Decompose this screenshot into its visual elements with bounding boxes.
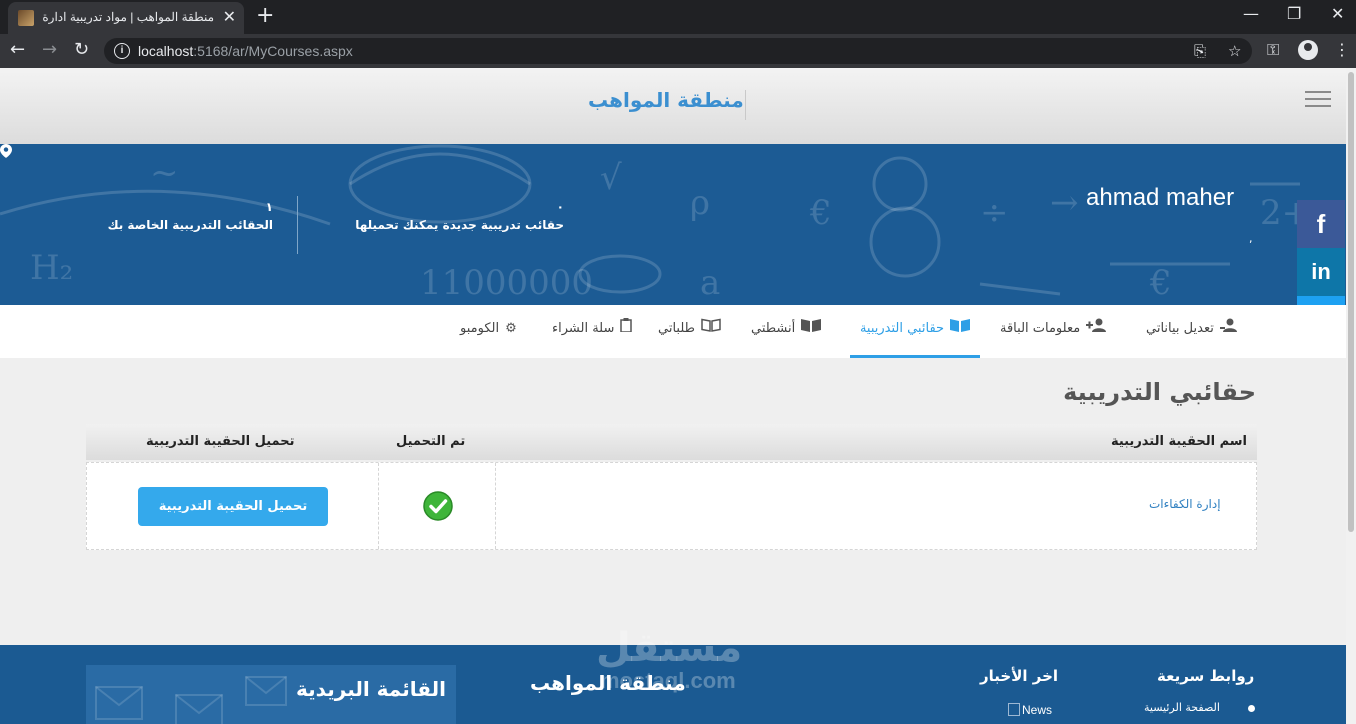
cell-divider (378, 463, 379, 549)
profile-banner: H₂ ~ √ ρ € ÷ → € 11000000 a 2+ ahmad mah… (0, 144, 1346, 305)
broken-image-icon (1008, 703, 1020, 716)
location-pin-icon (0, 144, 12, 158)
svg-text:÷: ÷ (980, 193, 1009, 233)
stat-my-courses-count: ١ (265, 200, 273, 214)
column-header-course-name: اسم الحقيبة التدريبية (1110, 434, 1247, 449)
site-favicon-icon (18, 10, 34, 26)
browser-tab-bar: منطقة المواهب | مواد تدريبية ادارة ✕ + —… (0, 0, 1356, 34)
download-course-button[interactable]: تحميل الحقيبة التدريبية (138, 487, 328, 526)
facebook-share-button[interactable]: f (1297, 200, 1345, 248)
url-host: localhost (138, 43, 194, 59)
newsletter-box: القائمة البريدية (86, 665, 456, 724)
minimize-window-button[interactable]: — (1243, 4, 1259, 24)
tab-label: الكومبو (460, 321, 500, 336)
close-tab-icon[interactable]: ✕ (223, 8, 236, 26)
check-circle-icon (423, 491, 453, 521)
tab-label: طلباتي (658, 321, 695, 336)
quick-links-title: روابط سريعة (1157, 667, 1255, 685)
svg-text:11000000: 11000000 (420, 263, 593, 303)
column-header-downloaded: تم التحميل (396, 434, 466, 449)
hamburger-menu-icon[interactable] (1305, 91, 1331, 109)
svg-text:a: a (700, 263, 720, 303)
tab-my-orders[interactable]: طلباتي (658, 305, 721, 358)
watermark: مستقل mostaql.com (596, 626, 742, 692)
svg-text:√: √ (600, 158, 622, 198)
site-header: منطقة المواهب (0, 68, 1346, 144)
cell-divider (495, 463, 496, 549)
tab-package-info[interactable]: معلومات الباقة (1000, 305, 1107, 358)
user-plus-icon (1086, 305, 1107, 353)
url-path: :5168/ar/MyCourses.aspx (193, 43, 353, 59)
svg-text:H₂: H₂ (30, 248, 73, 288)
forward-button[interactable]: → (42, 39, 57, 61)
watermark-latin: mostaql.com (600, 668, 736, 693)
stat-my-courses-label: الحقائب التدريبية الخاصة بك (107, 218, 273, 232)
site-info-icon[interactable]: i (114, 43, 130, 59)
tab-combo[interactable]: ⚙ الكومبو (460, 305, 517, 358)
reload-button[interactable]: ↻ (74, 39, 89, 61)
account-nav-tabs: تعديل بياناتي معلومات الباقة حقائبي التد… (0, 305, 1346, 358)
tab-label: أنشطتي (751, 321, 796, 336)
tab-label: سلة الشراء (552, 321, 615, 336)
news-image-alt: News (1022, 703, 1053, 717)
stat-divider (297, 196, 298, 254)
watermark-arabic: مستقل (596, 625, 743, 671)
profile-location: , (1249, 232, 1253, 245)
menu-dots-icon[interactable]: ⋮ (1334, 40, 1350, 60)
svg-text:€: € (1149, 263, 1172, 303)
tab-label: حقائبي التدريبية (859, 321, 945, 336)
newsletter-title: القائمة البريدية (296, 677, 446, 701)
bookmark-star-icon[interactable]: ☆ (1228, 42, 1241, 60)
profile-avatar-icon[interactable] (1298, 40, 1318, 60)
table-header: اسم الحقيبة التدريبية تم التحميل تحميل ا… (86, 424, 1257, 460)
tab-label: معلومات الباقة (1000, 321, 1081, 336)
key-icon[interactable]: ⚿ (1267, 40, 1279, 60)
address-bar[interactable]: i localhost:5168/ar/MyCourses.aspx ⎘ ☆ (104, 38, 1252, 64)
tab-cart[interactable]: سلة الشراء (552, 305, 633, 358)
page-title: حقائبي التدريبية (1063, 378, 1256, 406)
stat-new-courses-label: حقائب تدريبية جديدة يمكنك تحميلها (355, 218, 564, 232)
course-name-link[interactable]: إدارة الكفاءات (1149, 497, 1221, 511)
tab-my-courses[interactable]: حقائبي التدريبية (850, 305, 980, 358)
book-icon (801, 305, 822, 353)
tab-edit-profile[interactable]: تعديل بياناتي (1146, 305, 1238, 358)
tab-my-activities[interactable]: أنشطتي (751, 305, 822, 358)
profile-username: ahmad maher (1086, 184, 1235, 211)
open-book-icon (950, 305, 971, 353)
gear-icon: ⚙ (505, 321, 517, 336)
footer-link-home[interactable]: الصفحة الرئيسية (1144, 701, 1220, 714)
browser-toolbar: ← → ↻ i localhost:5168/ar/MyCourses.aspx… (0, 34, 1356, 68)
browser-tab[interactable]: منطقة المواهب | مواد تدريبية ادارة ✕ (8, 2, 244, 34)
svg-text:ρ: ρ (690, 183, 710, 223)
book-outline-icon (701, 305, 721, 353)
news-title: اخر الأخبار (980, 667, 1059, 685)
url-text: localhost:5168/ar/MyCourses.aspx (138, 43, 353, 59)
translate-icon[interactable]: ⎘ (1194, 42, 1206, 60)
user-edit-icon (1219, 305, 1238, 353)
svg-text:→: → (1050, 183, 1079, 223)
news-image[interactable]: News (1008, 703, 1052, 717)
browser-tab-title: منطقة المواهب | مواد تدريبية ادارة (42, 10, 214, 24)
logo-divider (745, 90, 746, 120)
table-row: إدارة الكفاءات تحميل الحقيبة التدريبية (86, 462, 1257, 550)
stat-new-courses: ٠ حقائب تدريبية جديدة يمكنك تحميلها (320, 200, 564, 232)
new-tab-button[interactable]: + (256, 4, 274, 28)
column-header-download: تحميل الحقيبة التدريبية (146, 434, 295, 449)
linkedin-share-button[interactable]: in (1297, 248, 1345, 296)
stat-my-courses: ١ الحقائب التدريبية الخاصة بك (80, 200, 273, 232)
tab-label: تعديل بياناتي (1146, 321, 1214, 336)
back-button[interactable]: ← (10, 39, 25, 61)
maximize-window-button[interactable]: ❐ (1287, 4, 1301, 24)
close-window-button[interactable]: ✕ (1331, 4, 1344, 24)
stat-new-courses-count: ٠ (556, 200, 564, 214)
clipboard-icon (620, 305, 633, 353)
svg-text:~: ~ (150, 153, 179, 193)
bullet-icon (1248, 705, 1255, 712)
site-logo[interactable]: منطقة المواهب (588, 88, 744, 112)
courses-table: اسم الحقيبة التدريبية تم التحميل تحميل ا… (86, 424, 1257, 550)
svg-text:€: € (809, 193, 832, 233)
scrollbar-thumb[interactable] (1348, 72, 1354, 532)
